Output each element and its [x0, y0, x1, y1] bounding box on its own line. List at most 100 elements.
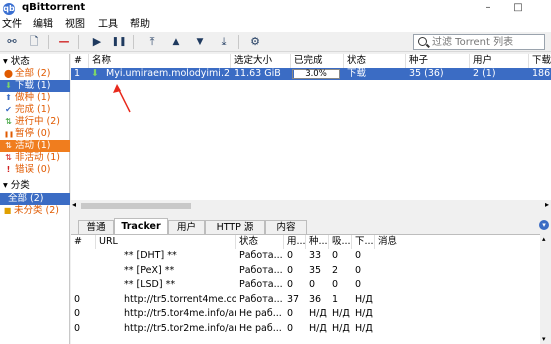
- sidebar-item-label: 全部 (2): [15, 68, 51, 79]
- table-row[interactable]: 0 http://tr5.tor4me.info/announ...Не раб.…: [71, 307, 541, 321]
- table-row[interactable]: 0 http://tr5.torrent4me.com/an...Работа..…: [71, 293, 541, 307]
- cell-status: Работа...: [239, 293, 283, 305]
- category-section-header[interactable]: ▾ 分类: [3, 180, 73, 192]
- add-link-icon[interactable]: ⚯: [4, 34, 20, 50]
- column-header-num[interactable]: #: [71, 54, 89, 68]
- sidebar-item-active[interactable]: ⇅ 活动 (1): [0, 140, 70, 152]
- cell-num: 1: [74, 68, 81, 79]
- sidebar-item-label: 非活动 (1): [15, 152, 60, 163]
- tab-http-sources[interactable]: HTTP 源: [205, 220, 265, 234]
- column-header-num[interactable]: #: [71, 235, 96, 249]
- column-header-leechers[interactable]: 吸...: [329, 235, 352, 249]
- download-icon: ⬇: [5, 81, 12, 90]
- cell-seeds: 35: [309, 264, 322, 276]
- sidebar-item-paused[interactable]: ❚❚暂停 (0): [0, 128, 70, 140]
- toolbar-separator: [133, 35, 134, 49]
- cell-message: [375, 293, 539, 307]
- column-header-name[interactable]: 名称: [89, 54, 231, 68]
- menu-bar: 文件 编辑 视图 工具 帮助: [0, 18, 551, 32]
- column-header-progress[interactable]: 已完成: [291, 54, 344, 68]
- bottom-priority-icon[interactable]: ⤓: [216, 34, 232, 50]
- column-header-status[interactable]: 状态: [344, 54, 406, 68]
- cell-users: 0: [287, 250, 294, 261]
- column-header-size[interactable]: 选定大小: [231, 54, 291, 68]
- down-priority-icon[interactable]: ▼: [192, 34, 208, 50]
- resume-icon[interactable]: ▶: [89, 34, 105, 50]
- menu-edit[interactable]: 编辑: [33, 18, 53, 32]
- active-icon: ⇅: [5, 141, 12, 150]
- cell-num: 0: [74, 293, 81, 305]
- search-box[interactable]: [413, 34, 545, 50]
- top-priority-icon[interactable]: ⤒: [144, 34, 160, 50]
- column-header-status[interactable]: 状态: [236, 235, 284, 249]
- sidebar-item-seeding[interactable]: ⬆ 做种 (1): [0, 92, 70, 104]
- sidebar-item-errored[interactable]: ! 错误 (0): [0, 164, 70, 176]
- remove-icon[interactable]: —: [56, 34, 72, 50]
- scroll-down-icon[interactable]: ▾: [542, 335, 546, 343]
- search-icon: [418, 37, 427, 46]
- table-row[interactable]: 0 http://tr5.tor2me.info/announ...Не раб.…: [71, 322, 541, 336]
- table-row[interactable]: ** [LSD] ** Работа... 0 0 0 0: [71, 278, 541, 292]
- tab-content[interactable]: 内容: [265, 220, 307, 234]
- tab-tracker[interactable]: Tracker: [114, 218, 168, 234]
- menu-file[interactable]: 文件: [2, 18, 22, 32]
- sidebar-item-label: 暂停 (0): [15, 128, 51, 139]
- tab-peers[interactable]: 用户: [168, 220, 205, 234]
- toolbar-separator: [238, 35, 239, 49]
- qbittorrent-logo-icon: qb: [3, 3, 15, 15]
- cell-leechers: 2: [332, 264, 339, 276]
- column-header-url[interactable]: URL: [96, 235, 236, 249]
- column-header-down-speed[interactable]: 下载: [529, 54, 551, 68]
- sidebar-item-downloading[interactable]: ⬇ 下载 (1): [0, 80, 70, 92]
- cell-message: [375, 249, 539, 263]
- cell-peers: 2 (1): [473, 68, 496, 79]
- options-gear-icon[interactable]: ⚙: [247, 34, 263, 50]
- scroll-left-icon[interactable]: ◂: [72, 200, 76, 209]
- sidebar-item-completed[interactable]: ✔ 完成 (1): [0, 104, 70, 116]
- cell-users: 0: [287, 308, 294, 319]
- scroll-right-icon[interactable]: ▸: [545, 200, 549, 209]
- menu-help[interactable]: 帮助: [130, 18, 150, 32]
- cell-leechers: 1: [332, 293, 339, 305]
- pause-icon[interactable]: ❚❚: [111, 34, 127, 50]
- sidebar-item-uncategorized[interactable]: ■ 未分类 (2): [0, 205, 70, 217]
- table-row[interactable]: ** [DHT] ** Работа... 0 33 0 0: [71, 249, 541, 263]
- cell-seeds: Н/Д: [309, 308, 327, 319]
- horizontal-scrollbar[interactable]: ◂ ▸: [71, 200, 551, 212]
- table-row[interactable]: ** [PeX] ** Работа... 0 35 2 0: [71, 264, 541, 278]
- add-file-icon[interactable]: 🗋: [26, 34, 42, 50]
- column-header-downloaded[interactable]: 下...: [352, 235, 375, 249]
- cell-downloaded: Н/Д: [355, 322, 373, 334]
- maximize-button[interactable]: □: [508, 1, 528, 15]
- vertical-scrollbar[interactable]: ▴ ▾: [540, 234, 551, 344]
- sidebar-item-running[interactable]: ⇅ 进行中 (2): [0, 116, 70, 128]
- column-header-peers[interactable]: 用户: [470, 54, 529, 68]
- sidebar-item-all[interactable]: ⬤ 全部 (2): [0, 68, 70, 80]
- column-header-seeds[interactable]: 种子: [406, 54, 470, 68]
- menu-view[interactable]: 视图: [65, 18, 85, 32]
- progress-fill: [293, 70, 295, 78]
- column-header-message[interactable]: 消息: [375, 235, 539, 249]
- menu-tools[interactable]: 工具: [98, 18, 118, 32]
- search-input[interactable]: [432, 35, 542, 49]
- column-header-users[interactable]: 用...: [284, 235, 306, 249]
- status-section-header[interactable]: ▾ 状态: [3, 56, 73, 68]
- sidebar-item-category-all[interactable]: 全部 (2): [0, 193, 70, 205]
- cell-url: http://tr5.tor4me.info/announ...: [124, 308, 236, 319]
- scrollbar-thumb[interactable]: [81, 203, 191, 209]
- cell-downloaded: Н/Д: [355, 308, 373, 319]
- sidebar-item-label: 全部 (2): [8, 193, 44, 204]
- all-icon: ⬤: [4, 69, 13, 78]
- tab-general[interactable]: 普通: [78, 220, 114, 234]
- collapse-panel-icon[interactable]: ▾: [539, 220, 549, 230]
- scroll-up-icon[interactable]: ▴: [542, 235, 546, 243]
- cell-leechers: Н/Д: [332, 322, 350, 334]
- table-row[interactable]: 1 ⬇ Myi.umiraem.molodyimi.2... 11.63 GiB…: [71, 68, 551, 80]
- minimize-button[interactable]: –: [478, 1, 498, 15]
- up-priority-icon[interactable]: ▲: [168, 34, 184, 50]
- sidebar-item-inactive[interactable]: ⇅ 非活动 (1): [0, 152, 70, 164]
- checkmark-icon: ✔: [5, 105, 12, 114]
- cell-url: ** [LSD] **: [124, 279, 176, 290]
- column-header-seeds[interactable]: 种...: [306, 235, 329, 249]
- sidebar-item-label: 错误 (0): [15, 164, 51, 175]
